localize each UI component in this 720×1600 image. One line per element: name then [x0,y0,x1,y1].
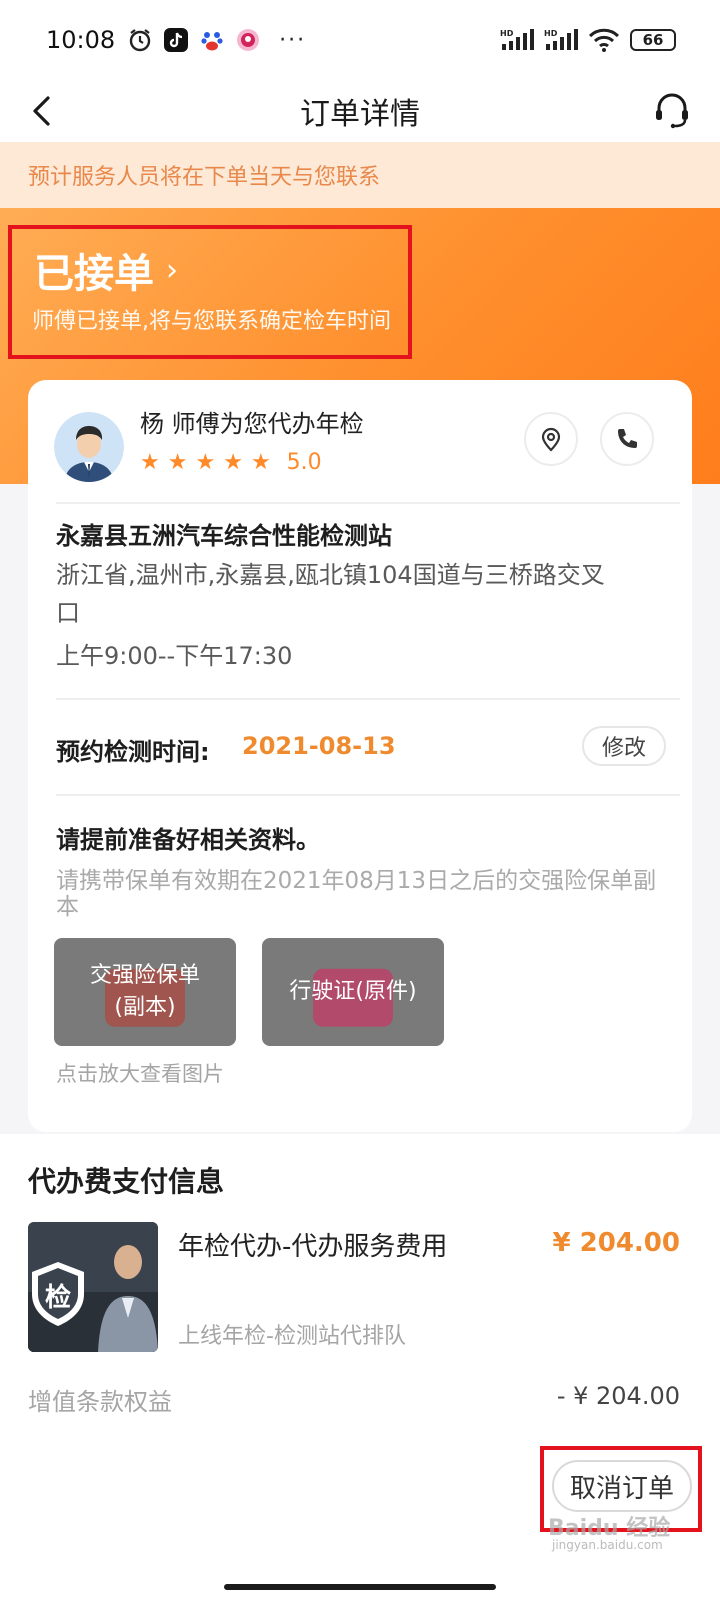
system-icons: HD HD 66 [500,28,676,52]
zoom-hint: 点击放大查看图片 [56,1062,224,1086]
payment-title: 代办费支付信息 [28,1165,225,1198]
appointment-label: 预约检测时间: [56,738,210,766]
order-status-title[interactable]: 已接单 › [34,241,178,299]
order-status-label: 已接单 [34,251,154,297]
alarm-icon [129,29,151,52]
star-icon: ★ [223,450,243,475]
document-tile-insurance[interactable]: 交强险保单(副本) [54,938,236,1046]
service-badge-text: 检 [45,1282,71,1313]
divider [56,502,680,504]
order-status-highlight[interactable]: 已接单 › 师傅已接单,将与您联系确定检车时间 [8,225,412,359]
star-icon: ★ [140,450,160,475]
star-icon: ★ [250,450,271,475]
service-subtitle: 上线年检-检测站代排队 [178,1324,406,1349]
service-image-icon: 检 [28,1222,158,1352]
signal-icon-2: HD [544,29,578,50]
document-tile-license[interactable]: 行驶证(原件) [262,938,444,1046]
service-price: ¥ 204.00 [552,1228,680,1258]
more-notifications-icon: ··· [279,27,307,53]
order-detail-card: 杨 师傅为您代办年检 ★ ★ ★ ★ ★ 5.0 永嘉县五洲汽车综合性能检测站 … [28,380,692,1132]
page-title: 订单详情 [300,97,420,132]
phone-icon [618,429,637,448]
document-label: 行驶证(原件) [289,979,417,1004]
status-bar: 10:08 ··· HD HD 66 [0,0,720,80]
tiktok-icon [164,28,189,52]
divider [56,794,680,796]
location-button[interactable] [524,412,578,466]
benefit-label: 增值条款权益 [28,1388,172,1416]
home-indicator[interactable] [224,1584,496,1590]
battery-indicator: 66 [630,29,676,51]
benefit-value: - ¥ 204.00 [556,1382,680,1410]
order-status-description: 师傅已接单,将与您联系确定检车时间 [32,309,391,334]
back-arrow-icon[interactable] [26,94,60,128]
location-pin-icon [541,427,561,452]
cancel-order-button[interactable]: 取消订单 [552,1460,692,1512]
call-button[interactable] [600,412,654,466]
station-name: 永嘉县五洲汽车综合性能检测站 [56,522,392,550]
status-time: 10:08 [46,26,116,54]
avatar [54,412,124,482]
master-name-line: 杨 师傅为您代办年检 [140,410,364,438]
rating-value: 5.0 [286,450,322,475]
notification-icons: ··· [127,27,306,53]
contact-notice: 预计服务人员将在下单当天与您联系 [0,142,720,208]
baidu-watermark-url: jingyan.baidu.com [552,1538,663,1552]
station-address: 浙江省,温州市,永嘉县,瓯北镇104国道与三桥路交叉口 [56,561,605,627]
signal-icon: HD [500,29,534,50]
station-hours: 上午9:00--下午17:30 [56,642,293,670]
app-icon [237,29,260,51]
edit-appointment-button[interactable]: 修改 [582,726,666,766]
master-avatar-icon [54,412,124,482]
baidu-icon [201,32,223,51]
payment-section: 代办费支付信息 检 年检代办-代办服务费用 ¥ 204.00 上线年检-检测站代… [0,1134,720,1600]
document-label: 交强险保单(副本) [89,963,200,1020]
nav-bar: 订单详情 [0,80,720,142]
star-icon: ★ [195,450,216,475]
preparation-title: 请提前准备好相关资料。 [56,826,320,854]
svg-text:HD: HD [544,29,558,38]
star-icon: ★ [167,450,188,475]
chevron-right-icon: › [166,252,178,288]
appointment-date: 2021-08-13 [242,732,396,760]
service-thumbnail: 检 [28,1222,158,1352]
customer-service-icon[interactable] [652,90,692,130]
service-name: 年检代办-代办服务费用 [178,1232,448,1262]
preparation-description: 请携带保单有效期在2021年08月13日之后的交强险保单副本 [56,868,657,920]
svg-text:HD: HD [500,29,514,38]
master-rating: ★ ★ ★ ★ ★ 5.0 [140,450,322,475]
wifi-icon [588,28,620,52]
divider [56,698,680,700]
